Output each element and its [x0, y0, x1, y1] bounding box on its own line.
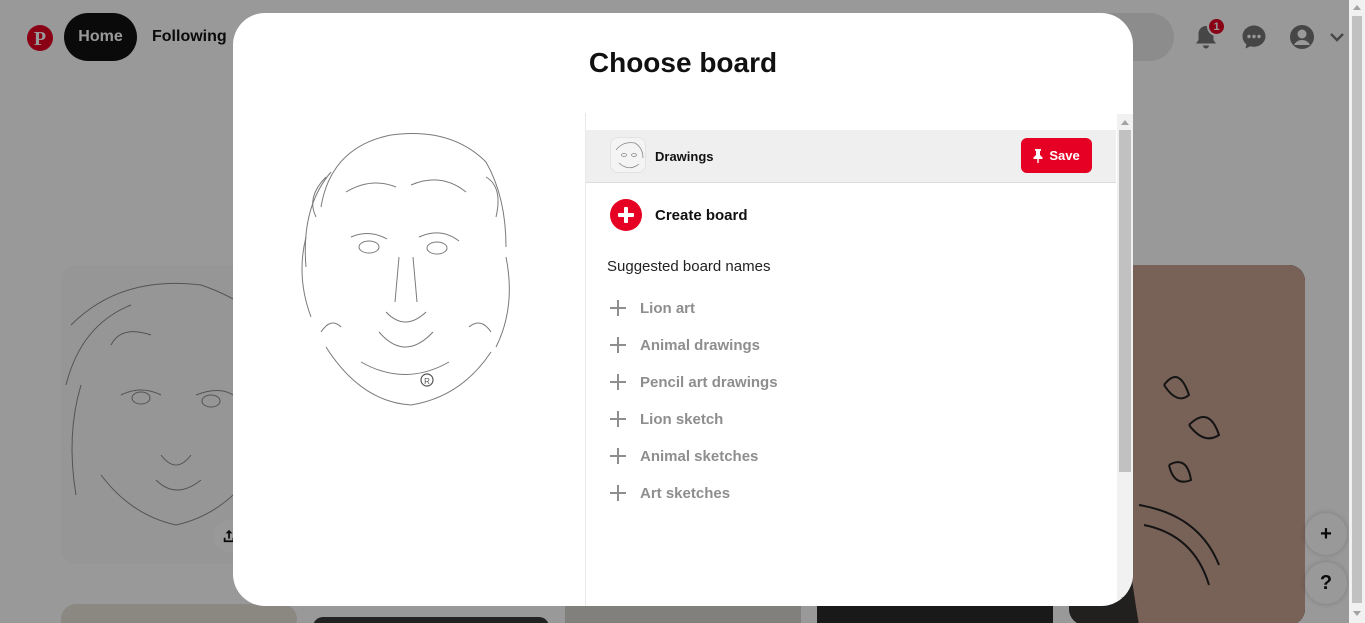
suggested-board-item[interactable]: Lion sketch [610, 407, 723, 431]
suggested-board-label: Lion sketch [640, 410, 724, 428]
scroll-down-arrow[interactable] [1353, 611, 1361, 616]
board-thumbnail [610, 137, 646, 173]
save-button-label: Save [1049, 148, 1080, 163]
plus-icon [610, 411, 626, 427]
page-scrollbar[interactable] [1349, 0, 1365, 623]
suggested-board-label: Art sketches [640, 484, 731, 502]
dialog-title: Choose board [588, 47, 778, 78]
plus-icon [610, 374, 626, 390]
suggested-board-item[interactable]: Animal drawings [610, 333, 760, 357]
suggested-board-item[interactable]: Pencil art drawings [610, 370, 778, 394]
board-row-selected[interactable]: Drawings Save [586, 130, 1116, 183]
pushpin-icon [1033, 148, 1043, 163]
plus-icon [610, 300, 626, 316]
plus-circle-icon [610, 199, 642, 231]
suggested-board-label: Lion art [640, 299, 695, 317]
suggested-board-item[interactable]: Art sketches [610, 481, 730, 505]
create-board-button[interactable]: Create board [610, 199, 748, 231]
suggested-board-label: Animal sketches [640, 447, 759, 465]
plus-icon [610, 485, 626, 501]
board-list: Drawings Save Create board Suggested boa… [586, 113, 1133, 606]
scroll-up-arrow[interactable] [1121, 120, 1129, 125]
board-list-scrollbar-thumb[interactable] [1119, 130, 1131, 472]
save-button[interactable]: Save [1021, 138, 1092, 173]
plus-icon [610, 337, 626, 353]
suggested-board-item[interactable]: Lion art [610, 296, 695, 320]
svg-text:R: R [424, 377, 430, 386]
board-list-scrollbar[interactable] [1117, 114, 1133, 606]
suggested-board-names-heading: Suggested board names [607, 258, 771, 275]
suggested-board-label: Pencil art drawings [640, 373, 778, 391]
choose-board-dialog: Choose board R Drawings Save Create boar… [233, 13, 1133, 606]
pin-preview-image: R [291, 117, 521, 407]
plus-icon [610, 448, 626, 464]
page-scrollbar-thumb[interactable] [1352, 16, 1362, 603]
scroll-up-arrow[interactable] [1353, 5, 1361, 10]
suggested-board-label: Animal drawings [640, 336, 761, 354]
board-name: Drawings [655, 149, 714, 164]
create-board-label: Create board [655, 206, 748, 224]
suggested-board-item[interactable]: Animal sketches [610, 444, 758, 468]
scroll-down-arrow[interactable] [1121, 597, 1129, 602]
